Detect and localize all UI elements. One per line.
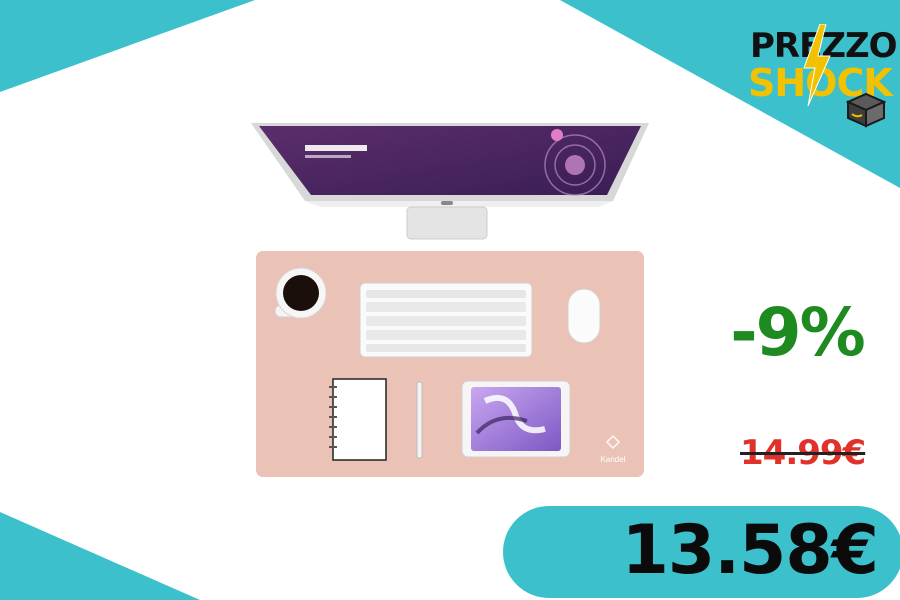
imac-monitor xyxy=(251,123,649,240)
new-price: 13.58€ xyxy=(621,511,879,590)
package-box-icon xyxy=(846,92,886,128)
keyboard xyxy=(359,282,533,358)
brand-logo: PREZZO SHOCK xyxy=(748,24,898,128)
tablet xyxy=(461,380,571,458)
top-left-corner-shape xyxy=(0,0,255,92)
bottom-left-corner-shape xyxy=(0,512,200,600)
promo-card: PREZZO SHOCK Kandel -9% 14.99€ 13.58€ xyxy=(0,0,900,600)
pencil xyxy=(416,381,423,459)
price-pill: 13.58€ xyxy=(503,506,900,598)
lightning-bolt-icon xyxy=(803,24,831,106)
notebook xyxy=(329,378,387,461)
discount-percent: -9% xyxy=(730,294,865,371)
coffee-cup xyxy=(274,267,327,319)
mat-brand-text: Kandel xyxy=(601,455,626,464)
old-price: 14.99€ xyxy=(740,433,866,473)
desk-mat-product-image: Kandel xyxy=(251,123,649,477)
mouse xyxy=(567,288,601,344)
